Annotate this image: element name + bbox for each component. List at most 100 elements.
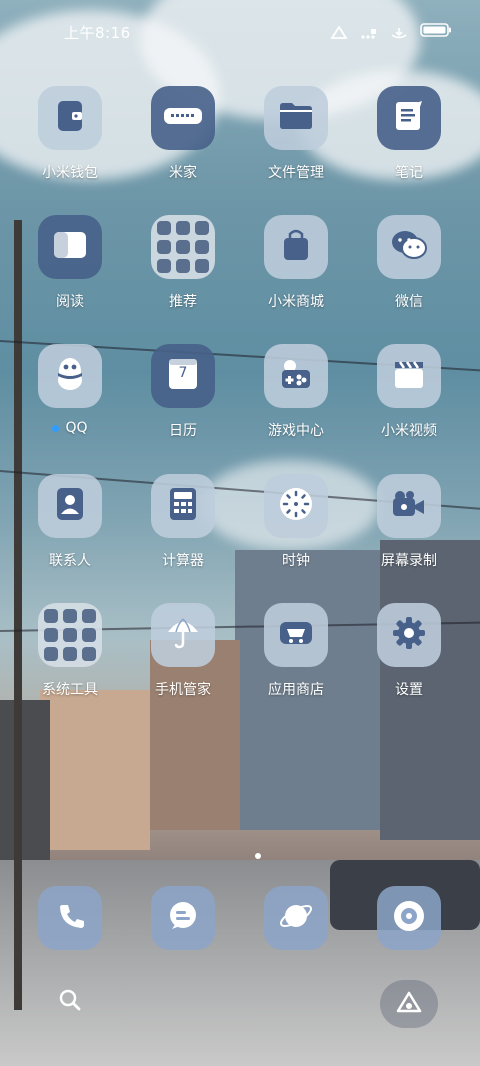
status-bar: 上午8:16 xyxy=(0,0,480,62)
app-tile xyxy=(38,344,102,408)
app-shopping-bag[interactable]: 小米商城 xyxy=(246,215,346,311)
app-label: 日历 xyxy=(133,420,233,440)
app-calculator[interactable]: 计算器 xyxy=(133,474,233,570)
folder-icon xyxy=(278,101,314,135)
app-tile xyxy=(151,215,215,279)
app-label-text: 应用商店 xyxy=(268,682,324,698)
app-label-text: 微信 xyxy=(395,294,423,310)
folder-group-icon xyxy=(157,221,209,273)
calculator-icon xyxy=(168,486,198,526)
app-label-text: 设置 xyxy=(395,682,423,698)
app-label-text: 阅读 xyxy=(56,294,84,310)
app-label: 米家 xyxy=(133,162,233,182)
app-tile xyxy=(38,86,102,150)
assistant-icon xyxy=(395,990,423,1018)
app-folder[interactable]: 文件管理 xyxy=(246,86,346,182)
app-notes[interactable]: 笔记 xyxy=(359,86,459,182)
app-clock[interactable]: 时钟 xyxy=(246,474,346,570)
status-time: 上午8:16 xyxy=(64,24,131,42)
app-tile xyxy=(38,215,102,279)
app-tile xyxy=(264,344,328,408)
app-label-text: 小米视频 xyxy=(381,423,437,439)
wifi-icon xyxy=(390,25,408,39)
app-tile xyxy=(264,474,328,538)
app-label: 微信 xyxy=(359,291,459,311)
signal-icon xyxy=(360,25,378,39)
app-label: 小米钱包 xyxy=(20,162,120,182)
app-label: 计算器 xyxy=(133,550,233,570)
app-tile xyxy=(377,474,441,538)
app-tile xyxy=(151,603,215,667)
app-gamepad[interactable]: 游戏中心 xyxy=(246,344,346,440)
folder-group-icon xyxy=(44,609,96,661)
app-mihome[interactable]: 米家 xyxy=(133,86,233,182)
umbrella-icon xyxy=(165,615,201,655)
app-contacts[interactable]: 联系人 xyxy=(20,474,120,570)
app-calendar[interactable]: 7 日历 xyxy=(133,344,233,440)
page-indicator xyxy=(255,853,261,859)
book-icon xyxy=(52,230,88,264)
app-label-text: 手机管家 xyxy=(155,682,211,698)
wechat-icon xyxy=(390,229,428,265)
music-app[interactable] xyxy=(377,886,441,950)
calendar-day: 7 xyxy=(178,365,188,381)
calendar-icon: 7 xyxy=(167,357,199,395)
app-label: 文件管理 xyxy=(246,162,346,182)
app-label-text: 文件管理 xyxy=(268,165,324,181)
contacts-icon xyxy=(54,486,86,526)
app-label: 笔记 xyxy=(359,162,459,182)
cart-icon xyxy=(276,616,316,654)
app-label: QQ xyxy=(20,420,120,436)
app-tile: 7 xyxy=(151,344,215,408)
app-tile xyxy=(377,86,441,150)
messages-app[interactable] xyxy=(151,886,215,950)
app-tile xyxy=(377,603,441,667)
app-tile xyxy=(377,215,441,279)
app-qq-penguin[interactable]: QQ xyxy=(20,344,120,436)
app-folder-group[interactable]: 推荐 xyxy=(133,215,233,311)
battery-icon xyxy=(420,22,452,41)
app-gear[interactable]: 设置 xyxy=(359,603,459,699)
browser-app[interactable] xyxy=(264,886,328,950)
app-label: 小米视频 xyxy=(359,420,459,440)
app-clapperboard[interactable]: 小米视频 xyxy=(359,344,459,440)
search-button[interactable] xyxy=(50,982,90,1022)
video-camera-icon xyxy=(390,488,428,524)
app-label: 阅读 xyxy=(20,291,120,311)
app-label-text: 屏幕录制 xyxy=(381,553,437,569)
app-label: 系统工具 xyxy=(20,679,120,699)
app-cart[interactable]: 应用商店 xyxy=(246,603,346,699)
gear-icon xyxy=(391,615,427,655)
app-label-text: 日历 xyxy=(169,423,197,439)
phone-app[interactable] xyxy=(38,886,102,950)
app-label: 联系人 xyxy=(20,550,120,570)
app-tile xyxy=(264,86,328,150)
app-umbrella[interactable]: 手机管家 xyxy=(133,603,233,699)
app-label-text: 计算器 xyxy=(162,553,204,569)
clock-icon xyxy=(278,486,314,526)
app-label: 时钟 xyxy=(246,550,346,570)
app-wechat[interactable]: 微信 xyxy=(359,215,459,311)
app-wallet[interactable]: 小米钱包 xyxy=(20,86,120,182)
assistant-button[interactable] xyxy=(380,980,438,1028)
app-tile xyxy=(151,474,215,538)
clapperboard-icon xyxy=(392,357,426,395)
qq-penguin-icon xyxy=(53,356,87,396)
app-label: 游戏中心 xyxy=(246,420,346,440)
app-label: 小米商城 xyxy=(246,291,346,311)
app-video-camera[interactable]: 屏幕录制 xyxy=(359,474,459,570)
planet-browser-icon xyxy=(278,898,314,938)
app-label-text: 小米钱包 xyxy=(42,165,98,181)
data-saver-icon xyxy=(330,24,348,39)
app-tile xyxy=(151,86,215,150)
app-label-text: 联系人 xyxy=(49,553,91,569)
app-book[interactable]: 阅读 xyxy=(20,215,120,311)
mihome-icon xyxy=(163,106,203,130)
message-icon xyxy=(166,899,200,937)
app-label-text: QQ xyxy=(65,420,88,436)
app-folder-group[interactable]: 系统工具 xyxy=(20,603,120,699)
phone-icon xyxy=(54,900,86,936)
app-label-text: 笔记 xyxy=(395,165,423,181)
new-install-dot xyxy=(52,424,60,432)
app-tile xyxy=(264,603,328,667)
